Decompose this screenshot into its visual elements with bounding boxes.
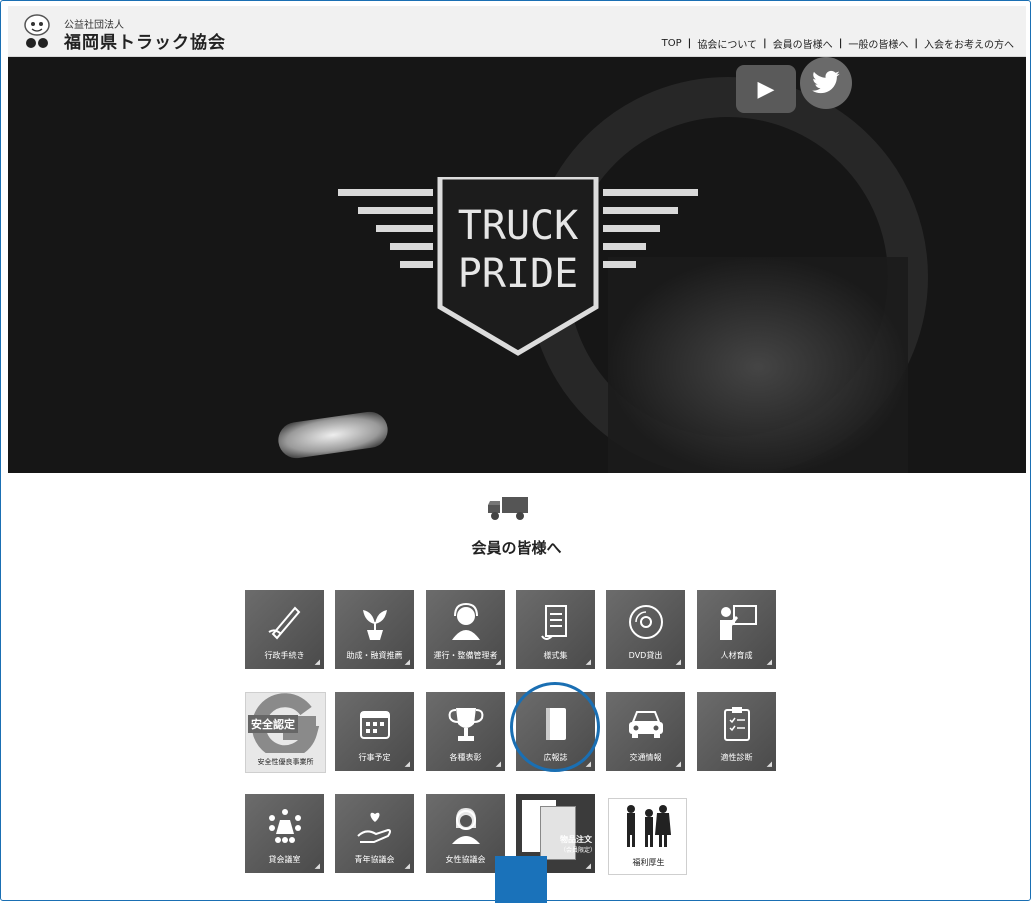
arrow-corner-icon: ◢	[404, 862, 410, 870]
teacher-board-icon	[697, 600, 776, 644]
heart-hand-icon	[335, 804, 414, 848]
tile-label: 交通情報	[629, 753, 662, 762]
arrow-corner-icon: ◢	[585, 658, 591, 666]
tile-label: 適性診断	[720, 753, 753, 762]
family-icon	[609, 803, 688, 847]
twitter-icon[interactable]	[800, 57, 852, 109]
tile-kaigishitsu[interactable]: 貸会議室 ◢	[245, 794, 324, 873]
tile-label: 行政手続き	[264, 651, 305, 660]
tile-gyoji[interactable]: 行事予定 ◢	[335, 692, 414, 771]
scroll-document-icon	[516, 600, 595, 644]
car-icon	[606, 702, 685, 746]
tile-label: 女性協議会	[445, 855, 486, 864]
clipboard-icon	[697, 702, 776, 746]
site-header: 公益社団法人 福岡県トラック協会 TOP | 協会について | 会員の皆様へ | 一般…	[8, 6, 1026, 57]
tile-jinzai[interactable]: 人材育成 ◢	[697, 590, 776, 669]
tile-dvd[interactable]: DVD貸出 ◢	[606, 590, 685, 669]
tile-label: 安全性優良事業所	[257, 758, 314, 766]
tile-label: 貸会議室	[268, 855, 301, 864]
association-logo-icon[interactable]	[22, 12, 52, 50]
tile-yoshiki[interactable]: 様式集 ◢	[516, 590, 595, 669]
arrow-corner-icon: ◢	[675, 658, 681, 666]
arrow-corner-icon: ◢	[314, 658, 320, 666]
arrow-corner-icon: ◢	[404, 760, 410, 768]
tile-josei-kyogikai[interactable]: 女性協議会 ◢	[426, 794, 505, 873]
truck-icon	[488, 497, 528, 520]
pen-hand-icon	[245, 600, 324, 644]
logo-text-pride: PRIDE	[458, 251, 578, 297]
hero-banner: ▶ TRUCK PRIDE	[8, 57, 1026, 473]
truck-pride-logo: TRUCK PRIDE	[338, 177, 698, 356]
tile-label: 青年協議会	[354, 855, 395, 864]
tile-label: 人材育成	[720, 651, 753, 660]
trophy-icon	[426, 702, 505, 746]
tile-kotsu[interactable]: 交通情報 ◢	[606, 692, 685, 771]
global-nav: TOP | 協会について | 会員の皆様へ | 一般の皆様へ | 入会をお考えの方へ	[661, 36, 1014, 51]
tile-label: DVD貸出	[628, 651, 663, 660]
calendar-icon	[335, 702, 414, 746]
nav-about[interactable]: 協会について	[697, 36, 757, 51]
logo-text-truck: TRUCK	[458, 203, 578, 249]
arrow-corner-icon: ◢	[766, 760, 772, 768]
woman-icon	[426, 804, 505, 848]
arrow-corner-icon: ◢	[314, 862, 320, 870]
arrow-corner-icon: ◢	[585, 862, 591, 870]
tile-label: 各種表彰	[449, 753, 482, 762]
tile-anzen[interactable]: 安全認定 安全性優良事業所	[245, 692, 326, 773]
highlight-circle	[510, 682, 600, 772]
nav-members[interactable]: 会員の皆様へ	[773, 36, 833, 51]
tile-label: 運行・整備管理者	[433, 651, 498, 660]
tile-label: 福利厚生	[632, 858, 665, 867]
tile-label: 助成・融資推薦	[346, 651, 403, 660]
hero-bg-light	[276, 409, 390, 461]
arrow-corner-icon: ◢	[495, 658, 501, 666]
tile-tekisei[interactable]: 適性診断 ◢	[697, 692, 776, 771]
tile-label: 様式集	[543, 651, 568, 660]
nav-public[interactable]: 一般の皆様へ	[848, 36, 908, 51]
tile-josei[interactable]: 助成・融資推薦 ◢	[335, 590, 414, 669]
operator-headset-icon	[426, 600, 505, 644]
tile-sublabel: （会員限定）	[560, 847, 597, 854]
tile-unko[interactable]: 運行・整備管理者 ◢	[426, 590, 505, 669]
meeting-room-icon	[245, 804, 324, 848]
tile-gyosei[interactable]: 行政手続き ◢	[245, 590, 324, 669]
arrow-corner-icon: ◢	[585, 760, 591, 768]
safety-badge: 安全認定	[248, 715, 298, 733]
scroll-to-top-button[interactable]	[495, 856, 547, 903]
tile-hyosho[interactable]: 各種表彰 ◢	[426, 692, 505, 771]
arrow-corner-icon: ◢	[675, 760, 681, 768]
dvd-disc-icon	[606, 600, 685, 644]
nav-top[interactable]: TOP	[662, 38, 682, 49]
tile-fukuri[interactable]: 福利厚生	[608, 798, 687, 875]
tile-label: 行事予定	[358, 753, 391, 762]
nav-join[interactable]: 入会をお考えの方へ	[924, 36, 1014, 51]
arrow-corner-icon: ◢	[495, 760, 501, 768]
section-title: 会員の皆様へ	[471, 539, 562, 557]
sprout-icon	[335, 600, 414, 644]
tile-seinen[interactable]: 青年協議会 ◢	[335, 794, 414, 873]
arrow-corner-icon: ◢	[404, 658, 410, 666]
tile-label: 物品注文	[560, 835, 592, 844]
arrow-corner-icon: ◢	[766, 658, 772, 666]
youtube-icon[interactable]: ▶	[736, 65, 796, 113]
org-name[interactable]: 福岡県トラック協会	[64, 28, 226, 53]
